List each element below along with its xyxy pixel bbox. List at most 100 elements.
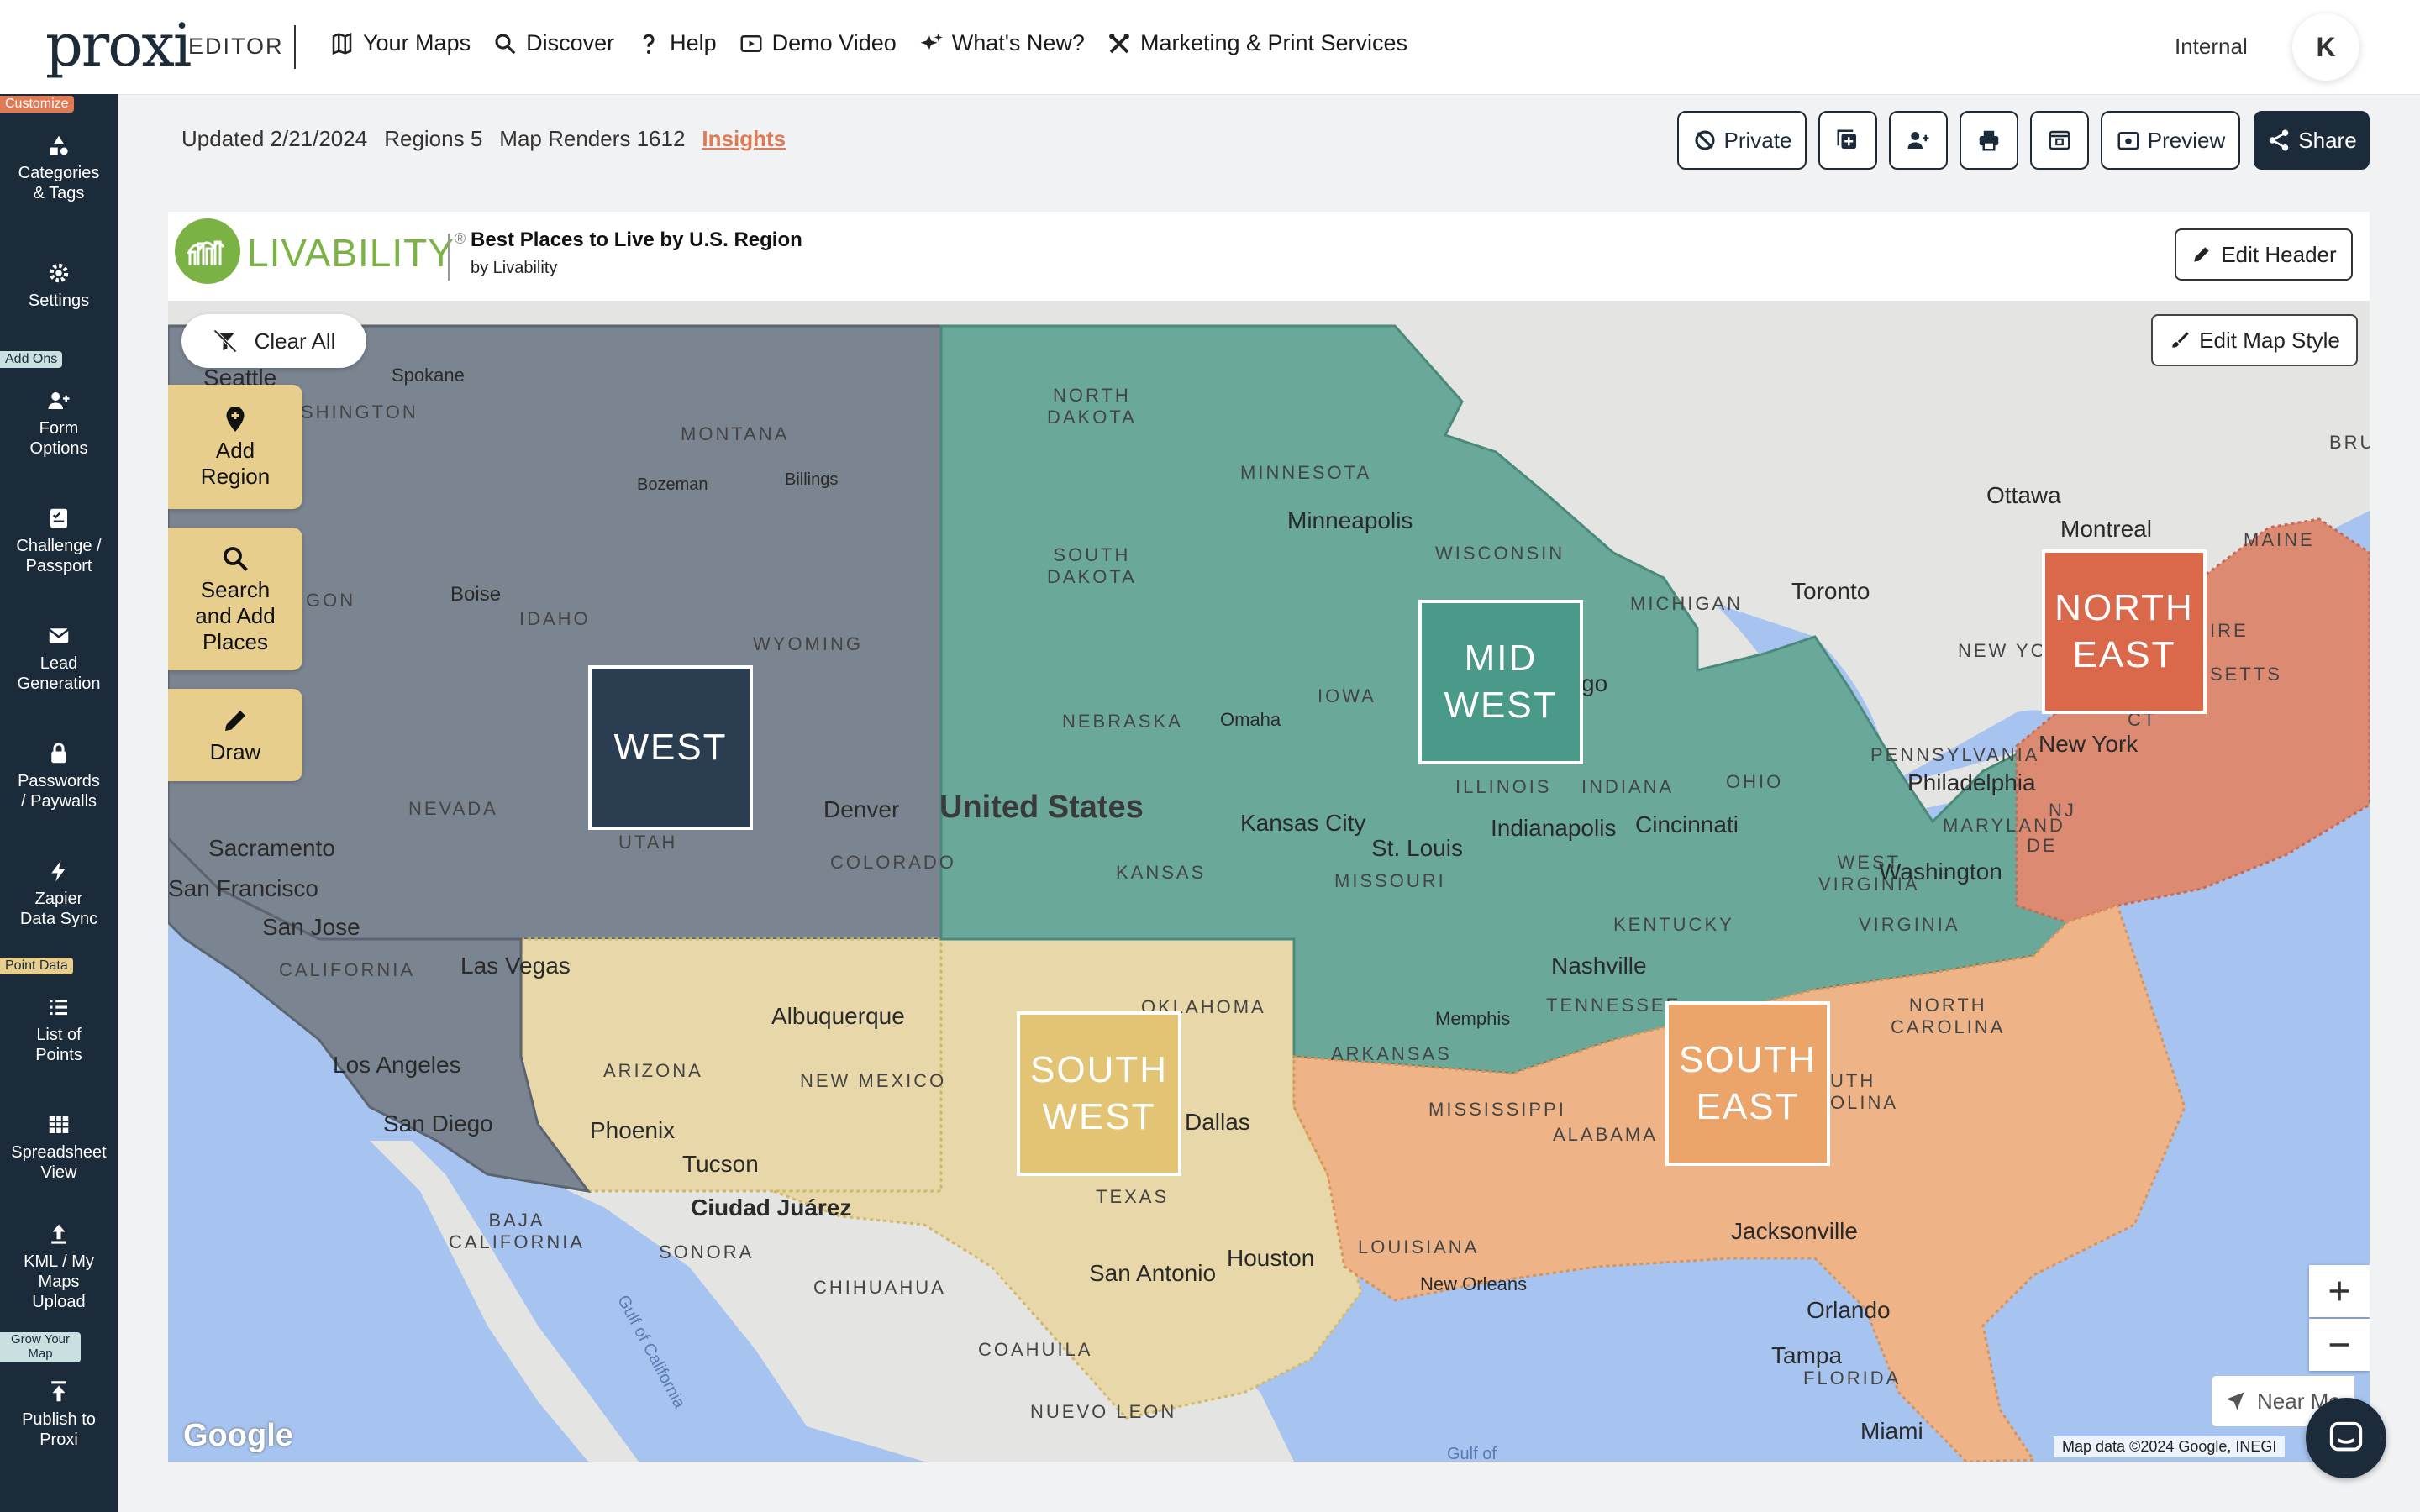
user-avatar[interactable]: K: [2292, 13, 2360, 81]
map-label-san-francisco: San Francisco: [168, 875, 318, 901]
add-collaborator-button[interactable]: [1889, 111, 1948, 170]
map-label-south-dakota: SOUTH DAKOTA: [1047, 544, 1137, 587]
map-pin-plus-icon: [226, 407, 245, 432]
gear-icon: [49, 263, 69, 283]
sidebar-item-publish[interactable]: Publish to Proxi: [0, 1379, 118, 1450]
map-label-ottawa: Ottawa: [1986, 482, 2061, 508]
sidebar-item-settings[interactable]: Settings: [0, 260, 118, 311]
bolt-icon: [51, 860, 66, 882]
question-icon: [643, 34, 655, 54]
nav-marketing[interactable]: Marketing & Print Services: [1107, 30, 1407, 56]
nav-demo-video[interactable]: Demo Video: [739, 30, 897, 56]
map-label-montreal: Montreal: [2060, 516, 2152, 542]
draw-button[interactable]: Draw: [168, 689, 302, 781]
nav-whats-new[interactable]: What's New?: [918, 30, 1085, 56]
map-label-san-diego: San Diego: [383, 1110, 493, 1137]
minus-icon: [2329, 1343, 2349, 1347]
user-plus-icon: [1907, 132, 1929, 149]
map-label-de: DE: [2027, 835, 2058, 856]
nav-menu: Your Maps Discover Help Demo Video What'…: [329, 30, 1407, 56]
map-label-missouri: MISSOURI: [1334, 870, 1446, 891]
upload-icon: [51, 1224, 66, 1244]
map-label-new-orleans: New Orleans: [1420, 1273, 1528, 1294]
map-label-coahuila: COAHUILA: [978, 1339, 1093, 1360]
map-label-illinois: ILLINOIS: [1455, 776, 1552, 797]
map-label-baja-california: BAJA CALIFORNIA: [449, 1210, 586, 1252]
search-add-places-button[interactable]: Search and Add Places: [168, 528, 302, 670]
workspace-label[interactable]: Internal: [2175, 34, 2248, 60]
proxi-logo[interactable]: proxi: [45, 12, 192, 79]
region-southwest[interactable]: SOUTH WEST: [1017, 1011, 1181, 1176]
map-label-florida: FLORIDA: [1803, 1368, 1902, 1389]
map-label-minneapolis: Minneapolis: [1287, 507, 1413, 533]
map-label-nebraska: NEBRASKA: [1062, 711, 1183, 732]
sidebar-item-form-options[interactable]: Form Options: [0, 388, 118, 459]
map-label-bozeman: Bozeman: [637, 475, 708, 494]
map-label-california: CALIFORNIA: [279, 959, 416, 980]
region-southeast[interactable]: SOUTH EAST: [1665, 1001, 1830, 1166]
map-label-orlando: Orlando: [1807, 1297, 1891, 1323]
updated-date: Updated 2/21/2024: [182, 126, 368, 151]
map-label-maryland: MARYLAND: [1943, 815, 2065, 836]
nav-divider: [294, 25, 296, 69]
map-label-wisconsin: WISCONSIN: [1435, 543, 1565, 564]
nav-discover[interactable]: Discover: [492, 30, 614, 56]
map-label-virginia: VIRGINIA: [1859, 914, 1960, 935]
nav-help[interactable]: Help: [636, 30, 717, 56]
map-label-los-angeles: Los Angeles: [333, 1052, 461, 1078]
map-label-jacksonville: Jacksonville: [1731, 1218, 1858, 1244]
zoom-out-button[interactable]: [2309, 1319, 2370, 1371]
print-button[interactable]: [1960, 111, 2018, 170]
sidebar-item-passwords[interactable]: Passwords / Paywalls: [0, 741, 118, 811]
add-region-button[interactable]: Add Region: [168, 385, 302, 509]
map-label-philadelphia: Philadelphia: [1907, 769, 2036, 795]
edit-header-button[interactable]: Edit Header: [2175, 228, 2353, 281]
map-label-albuquerque: Albuquerque: [771, 1003, 905, 1029]
map-subtitle: by Livability: [471, 259, 558, 277]
map-label-cincinnati: Cincinnati: [1635, 811, 1739, 837]
map-label-kansas-city: Kansas City: [1240, 810, 1366, 836]
shapes-icon: [50, 135, 68, 155]
map-label-nuevo-leon: NUEVO LEON: [1030, 1401, 1177, 1422]
nav-your-maps[interactable]: Your Maps: [329, 30, 471, 56]
map-label-kentucky: KENTUCKY: [1613, 914, 1734, 935]
insights-link[interactable]: Insights: [702, 126, 786, 152]
map-label-kansas: KANSAS: [1116, 862, 1207, 883]
add-layer-button[interactable]: [1818, 111, 1877, 170]
region-northeast[interactable]: NORTH EAST: [2042, 549, 2207, 714]
map-label-arizona: ARIZONA: [603, 1060, 703, 1081]
sidebar-item-categories[interactable]: Categories & Tags: [0, 133, 118, 203]
map-label-washington: SHINGTON: [301, 402, 418, 423]
preview-button[interactable]: Preview: [2101, 111, 2240, 170]
sidebar-item-zapier[interactable]: Zapier Data Sync: [0, 858, 118, 929]
zoom-in-button[interactable]: [2309, 1265, 2370, 1317]
mail-icon: [48, 628, 70, 643]
printer-icon: [1979, 130, 1999, 151]
section-tag-customize: Customize: [0, 96, 74, 113]
map-label-alabama: ALABAMA: [1553, 1124, 1658, 1145]
edit-map-style-button[interactable]: Edit Map Style: [2151, 314, 2358, 366]
region-west[interactable]: WEST: [588, 665, 753, 830]
map-label-las-vegas: Las Vegas: [460, 953, 571, 979]
sidebar-item-challenge[interactable]: Challenge / Passport: [0, 506, 118, 576]
sidebar-item-list-of-points[interactable]: List of Points: [0, 995, 118, 1065]
map-stats: Updated 2/21/2024 Regions 5 Map Renders …: [182, 126, 786, 152]
map-label-houston: Houston: [1227, 1245, 1315, 1271]
sidebar-item-lead-generation[interactable]: Lead Generation: [0, 623, 118, 694]
embed-button[interactable]: [2030, 111, 2089, 170]
sidebar-item-kml-upload[interactable]: KML / My Maps Upload: [0, 1221, 118, 1312]
map-canvas[interactable]: Seattle Spokane SHINGTON MONTANA Bozeman…: [168, 301, 2370, 1462]
google-logo: Google: [183, 1418, 293, 1453]
map-label-ciudad-juarez: Ciudad Juárez: [691, 1194, 852, 1221]
map-label-iowa: IOWA: [1318, 685, 1376, 706]
private-button[interactable]: Private: [1677, 111, 1807, 170]
sidebar-item-spreadsheet[interactable]: Spreadsheet View: [0, 1112, 118, 1183]
region-midwest[interactable]: MID WEST: [1418, 600, 1583, 764]
clear-all-button[interactable]: Clear All: [182, 314, 366, 368]
map-label-denver: Denver: [823, 796, 900, 822]
section-tag-point-data: Point Data: [0, 958, 73, 974]
map-label-washington-dc: Washington: [1879, 858, 2002, 885]
map-label-ohio: OHIO: [1726, 771, 1784, 792]
chat-launcher-button[interactable]: [2306, 1398, 2386, 1478]
share-button[interactable]: Share: [2254, 111, 2370, 170]
